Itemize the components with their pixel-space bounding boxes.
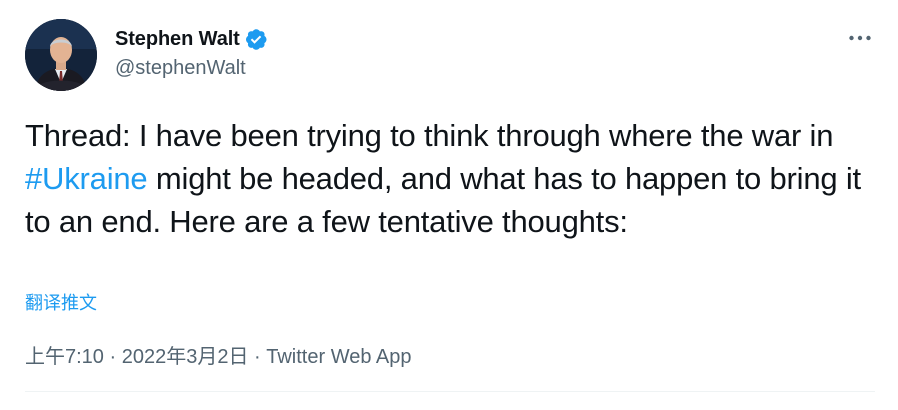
more-options-button[interactable] (843, 25, 877, 51)
profile-photo (25, 19, 97, 91)
avatar[interactable] (25, 19, 97, 91)
more-options-icon (849, 35, 871, 41)
tweet-text-part2: might be headed, and what has to happen … (25, 161, 861, 239)
tweet-text-part1: Thread: I have been trying to think thro… (25, 118, 834, 153)
tweet-source[interactable]: Twitter Web App (266, 346, 411, 368)
meta-separator: · (103, 346, 122, 368)
translate-tweet-link[interactable]: 翻译推文 (25, 289, 97, 315)
tweet-card: Stephen Walt @stephenWalt Thread: I have… (0, 0, 898, 410)
tweet-date[interactable]: 2022年3月2日 (122, 346, 249, 368)
hashtag-link[interactable]: #Ukraine (25, 161, 148, 196)
tweet-time[interactable]: 上午7:10 (25, 346, 104, 368)
author-display-name[interactable]: Stephen Walt (115, 28, 240, 51)
divider (25, 391, 875, 392)
verified-badge-icon (244, 27, 268, 51)
tweet-metadata: 上午7:10 · 2022年3月2日 · Twitter Web App (25, 340, 412, 369)
author-name-row: Stephen Walt (115, 27, 268, 51)
author-handle[interactable]: @stephenWalt (115, 57, 246, 80)
tweet-text: Thread: I have been trying to think thro… (25, 114, 875, 243)
meta-separator: · (248, 346, 267, 368)
